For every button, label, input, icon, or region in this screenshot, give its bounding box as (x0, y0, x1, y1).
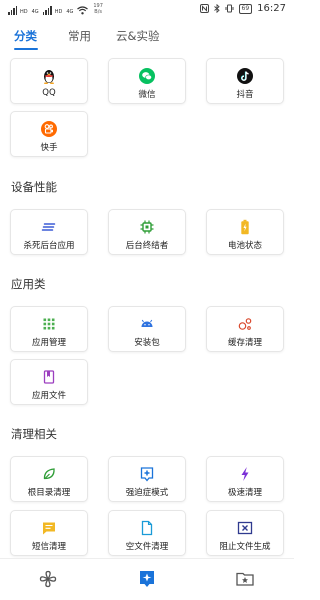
signal-icon (8, 6, 17, 15)
card-app-files[interactable]: 应用文件 (10, 359, 88, 405)
card-label: 应用管理 (31, 338, 66, 348)
card-label: 应用文件 (31, 391, 66, 401)
card-kuaishou[interactable]: 快手 (10, 111, 88, 157)
network-speed: 197 B/s (93, 3, 103, 15)
nfc-icon (199, 4, 209, 13)
bolt-icon (241, 467, 249, 481)
bluetooth-icon (213, 4, 220, 13)
clock: 16:27 (257, 3, 286, 14)
fan-icon[interactable] (38, 569, 58, 589)
card-label: 安装包 (134, 338, 160, 348)
section-title: 清理相关 (11, 427, 57, 441)
leaf-icon (43, 468, 55, 480)
cache-icon (238, 318, 252, 330)
card-sms-clean[interactable]: 短信清理 (10, 510, 88, 556)
card-label: 微信 (138, 90, 156, 100)
network-label: 4G (66, 9, 74, 15)
plus-box-icon (140, 467, 154, 482)
card-background-terminator[interactable]: 后台终结者 (108, 209, 186, 255)
wechat-icon (139, 68, 155, 84)
grid-icon (43, 318, 55, 330)
status-bar: HD 4G HD 4G 197 B/s 69 16:27 (0, 0, 294, 20)
card-douyin[interactable]: 抖音 (206, 58, 284, 104)
section-title: 应用类 (11, 277, 46, 291)
tab-cloud-lab[interactable]: 云&实验 (116, 28, 159, 44)
file-icon (141, 520, 153, 536)
active-tab-indicator (14, 48, 38, 50)
card-fast-clean[interactable]: 极速清理 (206, 456, 284, 502)
x-box-icon (237, 521, 253, 535)
card-root-clean[interactable]: 根目录清理 (10, 456, 88, 502)
card-label: 短信清理 (31, 542, 66, 552)
card-qq[interactable]: QQ (10, 58, 88, 104)
card-app-manager[interactable]: 应用管理 (10, 306, 88, 352)
kuaishou-icon (41, 121, 57, 137)
card-label: 强迫症模式 (125, 488, 169, 498)
qq-penguin-icon (44, 70, 54, 84)
system-status: 69 16:27 (199, 3, 286, 14)
card-label: 后台终结者 (125, 241, 169, 251)
card-label: 阻止文件生成 (219, 542, 271, 552)
card-label: QQ (42, 88, 56, 98)
card-label: 快手 (40, 143, 58, 153)
tab-category[interactable]: 分类 (14, 28, 37, 44)
douyin-icon (237, 68, 253, 84)
battery-icon (241, 219, 249, 235)
battery-level: 69 (238, 3, 253, 14)
star-badge-icon[interactable] (137, 569, 157, 589)
network-label: 4G (31, 9, 39, 15)
card-install-package[interactable]: 安装包 (108, 306, 186, 352)
network-label: HD (20, 9, 28, 15)
speed-unit: B/s (94, 9, 103, 15)
card-wechat[interactable]: 微信 (108, 58, 186, 104)
card-cache-clean[interactable]: 缓存清理 (206, 306, 284, 352)
card-block-file-generation[interactable]: 阻止文件生成 (206, 510, 284, 556)
tab-common[interactable]: 常用 (68, 28, 91, 44)
category-list[interactable]: QQ 微信 抖音 快手 设备性能 杀死后台应用 后台终结者 电池状态 应用类 应… (0, 54, 294, 558)
vibrate-icon (225, 4, 234, 13)
card-label: 杀死后台应用 (23, 241, 75, 251)
top-tabs: 分类 常用 云&实验 (0, 22, 294, 54)
bottom-navigation (0, 558, 294, 600)
network-label: HD (54, 9, 63, 15)
card-kill-background[interactable]: 杀死后台应用 (10, 209, 88, 255)
bookmark-icon (43, 370, 55, 384)
lines-icon (41, 223, 56, 231)
card-empty-file-clean[interactable]: 空文件清理 (108, 510, 186, 556)
card-label: 空文件清理 (125, 542, 169, 552)
wifi-icon (77, 6, 89, 15)
message-icon (43, 522, 55, 535)
card-label: 电池状态 (227, 241, 262, 251)
card-label: 抖音 (236, 90, 254, 100)
card-battery-status[interactable]: 电池状态 (206, 209, 284, 255)
chip-icon (140, 220, 154, 234)
folder-star-icon[interactable] (235, 569, 255, 589)
card-label: 缓存清理 (227, 338, 262, 348)
signal-icon (42, 6, 52, 15)
card-ocd-mode[interactable]: 强迫症模式 (108, 456, 186, 502)
section-title: 设备性能 (11, 180, 57, 194)
card-label: 根目录清理 (27, 488, 71, 498)
network-status: HD 4G HD 4G 197 B/s (8, 3, 103, 15)
card-label: 极速清理 (227, 488, 262, 498)
android-icon (141, 319, 153, 327)
